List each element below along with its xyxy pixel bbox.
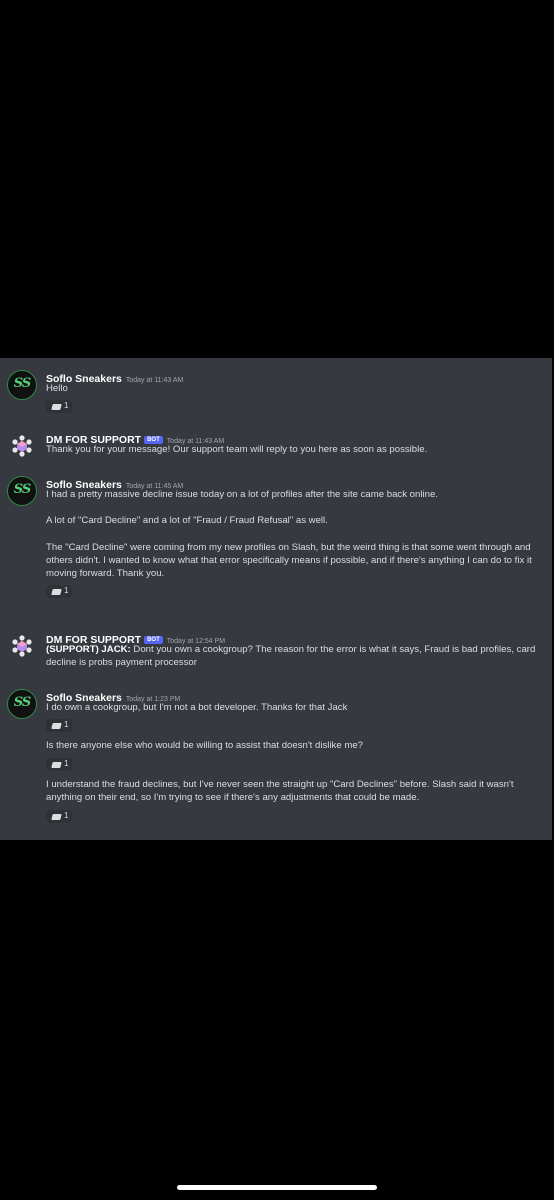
reaction-count: 1 — [64, 811, 69, 820]
reaction-count: 1 — [64, 759, 69, 768]
reaction-count: 1 — [64, 720, 69, 729]
bot-cube-icon — [8, 432, 36, 460]
message-text: I understand the fraud declines, but I'v… — [46, 779, 514, 803]
reaction-count: 1 — [64, 401, 69, 410]
message-text: I had a pretty massive decline issue tod… — [46, 489, 438, 500]
reaction-button[interactable]: 1 — [46, 758, 72, 771]
message-text: A lot of "Card Decline" and a lot of "Fr… — [46, 515, 328, 526]
soflo-avatar[interactable]: SS — [7, 476, 37, 506]
reaction-count: 1 — [64, 586, 69, 595]
message-text: (SUPPORT) JACK: Dont you own a cookgroup… — [46, 644, 536, 668]
message-text: Thank you for your message! Our support … — [46, 444, 428, 455]
ticket-icon — [51, 762, 62, 768]
ticket-icon — [51, 814, 62, 820]
chat-panel: SS Soflo Sneakers Today at 11:43 AM Hello… — [0, 358, 552, 840]
soflo-avatar[interactable]: SS — [7, 689, 37, 719]
reaction-button[interactable]: 1 — [46, 585, 72, 598]
ticket-icon — [51, 589, 62, 595]
home-indicator[interactable] — [177, 1185, 377, 1190]
ticket-icon — [51, 404, 62, 410]
reaction-button[interactable]: 1 — [46, 810, 72, 823]
bot-cube-icon — [8, 632, 36, 660]
support-agent-prefix: (SUPPORT) JACK: — [46, 644, 131, 655]
message-text: I do own a cookgroup, but I'm not a bot … — [46, 702, 348, 713]
reaction-button[interactable]: 1 — [46, 400, 72, 413]
message-text: The "Card Decline" were coming from my n… — [46, 542, 532, 579]
reaction-button[interactable]: 1 — [46, 719, 72, 732]
bot-avatar[interactable] — [7, 631, 37, 661]
message-text: Is there anyone else who would be willin… — [46, 740, 364, 751]
message-text: Hello — [46, 383, 68, 394]
ticket-icon — [51, 723, 62, 729]
soflo-avatar[interactable]: SS — [7, 370, 37, 400]
bot-avatar[interactable] — [7, 431, 37, 461]
